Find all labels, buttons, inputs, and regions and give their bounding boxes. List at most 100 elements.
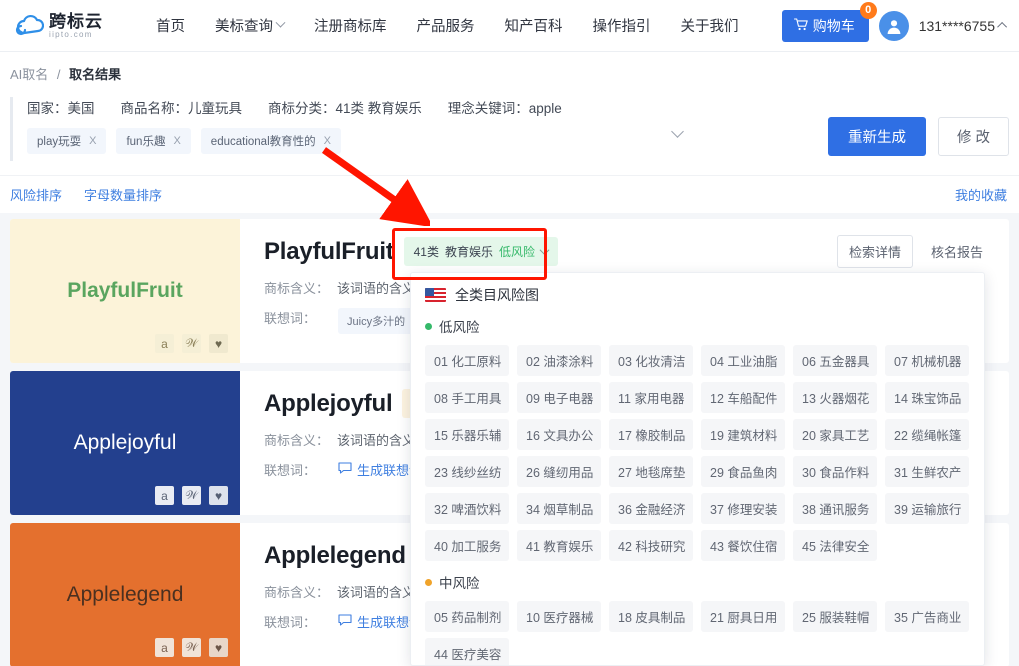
category-item[interactable]: 13 火器烟花 [793, 382, 877, 413]
category-item[interactable]: 40 加工服务 [425, 530, 509, 561]
filter-class-value: 41类 教育娱乐 [336, 101, 422, 116]
close-icon[interactable]: X [173, 135, 180, 147]
category-item[interactable]: 29 食品鱼肉 [701, 456, 785, 487]
category-item[interactable]: 43 餐饮住宿 [701, 530, 785, 561]
nav-item-guide[interactable]: 操作指引 [578, 15, 666, 36]
category-item[interactable]: 45 法律安全 [793, 530, 877, 561]
modify-button[interactable]: 修 改 [938, 117, 1009, 156]
category-item[interactable]: 01 化工原料 [425, 345, 509, 376]
regenerate-button[interactable]: 重新生成 [828, 117, 926, 156]
nav-label: 首页 [156, 15, 185, 36]
user-menu[interactable]: 131****6755 [919, 18, 1007, 34]
category-item[interactable]: 21 厨具日用 [701, 601, 785, 632]
name-report-button[interactable]: 核名报告 [919, 235, 995, 268]
category-item[interactable]: 11 家用电器 [609, 382, 693, 413]
category-item[interactable]: 08 手工用具 [425, 382, 509, 413]
keyword-chip[interactable]: fun乐趣 X [116, 128, 190, 154]
close-icon[interactable]: X [324, 135, 331, 147]
thumbnail-brand-name: Applelegend [67, 583, 184, 607]
category-item[interactable]: 34 烟草制品 [517, 493, 601, 524]
risk-section-header-medium: 中风险 [425, 572, 970, 592]
amazon-icon[interactable]: a [155, 638, 174, 657]
category-item[interactable]: 04 工业油脂 [701, 345, 785, 376]
nav-item-products[interactable]: 产品服务 [402, 15, 490, 36]
category-item[interactable]: 15 乐器乐辅 [425, 419, 509, 450]
category-item[interactable]: 16 文具办公 [517, 419, 601, 450]
category-item[interactable]: 07 机械机器 [885, 345, 969, 376]
chat-bubble-icon [338, 614, 352, 629]
brand-thumbnail[interactable]: Applelegend a 𝒲 ♥ [10, 523, 240, 666]
category-item[interactable]: 37 修理安装 [701, 493, 785, 524]
amazon-icon[interactable]: a [155, 334, 174, 353]
script-icon[interactable]: 𝒲 [182, 486, 201, 505]
brand-name: Applejoyful [264, 390, 392, 418]
site-header: 跨标云 iipto.com 首页 美标查询 注册商标库 产品服务 知产百科 操作 [0, 0, 1019, 52]
filter-actions: 重新生成 修 改 [828, 117, 1009, 156]
breadcrumb-current: 取名结果 [69, 67, 121, 82]
filter-country-label: 国家： [27, 101, 68, 116]
category-item[interactable]: 27 地毯席垫 [609, 456, 693, 487]
search-details-button[interactable]: 检索详情 [837, 235, 913, 268]
script-icon[interactable]: 𝒲 [182, 638, 201, 657]
category-item[interactable]: 06 五金器具 [793, 345, 877, 376]
heart-icon[interactable]: ♥ [209, 638, 228, 657]
avatar[interactable] [879, 11, 909, 41]
category-item[interactable]: 18 皮具制品 [609, 601, 693, 632]
category-item[interactable]: 17 橡胶制品 [609, 419, 693, 450]
script-icon[interactable]: 𝒲 [182, 334, 201, 353]
keyword-chip[interactable]: educational教育性的 X [201, 128, 341, 154]
nav-item-home[interactable]: 首页 [146, 15, 200, 36]
heart-icon[interactable]: ♥ [209, 334, 228, 353]
nav-item-us-trademark-search[interactable]: 美标查询 [200, 15, 299, 36]
category-item[interactable]: 39 运输旅行 [885, 493, 969, 524]
nav-item-trademark-library[interactable]: 注册商标库 [299, 15, 402, 36]
my-favorites-link[interactable]: 我的收藏 [955, 185, 1007, 204]
close-icon[interactable]: X [89, 135, 96, 147]
filter-country-value: 美国 [68, 101, 95, 116]
category-item[interactable]: 41 教育娱乐 [517, 530, 601, 561]
risk-class-badge[interactable]: 41类 教育娱乐 低风险 [404, 237, 558, 266]
category-item[interactable]: 32 啤酒饮料 [425, 493, 509, 524]
category-item[interactable]: 02 油漆涂料 [517, 345, 601, 376]
category-item[interactable]: 25 服装鞋帽 [793, 601, 877, 632]
category-item[interactable]: 36 金融经济 [609, 493, 693, 524]
category-item[interactable]: 30 食品作料 [793, 456, 877, 487]
category-item[interactable]: 05 药品制剂 [425, 601, 509, 632]
sort-by-risk[interactable]: 风险排序 [10, 185, 62, 204]
category-item[interactable]: 35 广告商业 [885, 601, 969, 632]
meaning-label: 商标含义： [264, 278, 329, 297]
category-item[interactable]: 19 建筑材料 [701, 419, 785, 450]
chevron-up-icon [997, 22, 1007, 32]
amazon-icon[interactable]: a [155, 486, 174, 505]
category-item[interactable]: 42 科技研究 [609, 530, 693, 561]
heart-icon[interactable]: ♥ [209, 486, 228, 505]
category-item[interactable]: 14 珠宝饰品 [885, 382, 969, 413]
category-item[interactable]: 44 医疗美容 [425, 638, 509, 666]
nav-item-about-us[interactable]: 关于我们 [666, 15, 754, 36]
category-item[interactable]: 09 电子电器 [517, 382, 601, 413]
cart-count-badge: 0 [860, 2, 877, 19]
cart-button[interactable]: 购物车 0 [782, 10, 869, 42]
brand-name: PlayfulFruit [264, 238, 394, 266]
brand-thumbnail[interactable]: Applejoyful a 𝒲 ♥ [10, 371, 240, 515]
category-item[interactable]: 10 医疗器械 [517, 601, 601, 632]
sort-by-letter-count[interactable]: 字母数量排序 [84, 185, 162, 204]
cart-icon [794, 18, 808, 34]
brand-thumbnail[interactable]: PlayfulFruit a 𝒲 ♥ [10, 219, 240, 363]
site-logo[interactable]: 跨标云 iipto.com [14, 13, 126, 39]
breadcrumb-root[interactable]: AI取名 [10, 67, 48, 82]
category-item[interactable]: 12 车船配件 [701, 382, 785, 413]
risk-level: 低风险 [499, 243, 535, 260]
category-item[interactable]: 26 缝纫用品 [517, 456, 601, 487]
category-item[interactable]: 31 生鲜农产 [885, 456, 969, 487]
category-item[interactable]: 03 化妆清洁 [609, 345, 693, 376]
filter-keyword-label: 理念关键词： [448, 101, 529, 116]
category-item[interactable]: 22 缆绳帐篷 [885, 419, 969, 450]
keyword-chip[interactable]: play玩耍 X [27, 128, 106, 154]
category-item[interactable]: 23 线纱丝纺 [425, 456, 509, 487]
nav-item-ip-encyclopedia[interactable]: 知产百科 [490, 15, 578, 36]
association-chip[interactable]: Juicy多汁的 [338, 308, 414, 334]
category-item[interactable]: 20 家具工艺 [793, 419, 877, 450]
category-item[interactable]: 38 通讯服务 [793, 493, 877, 524]
nav-label: 关于我们 [681, 15, 739, 36]
